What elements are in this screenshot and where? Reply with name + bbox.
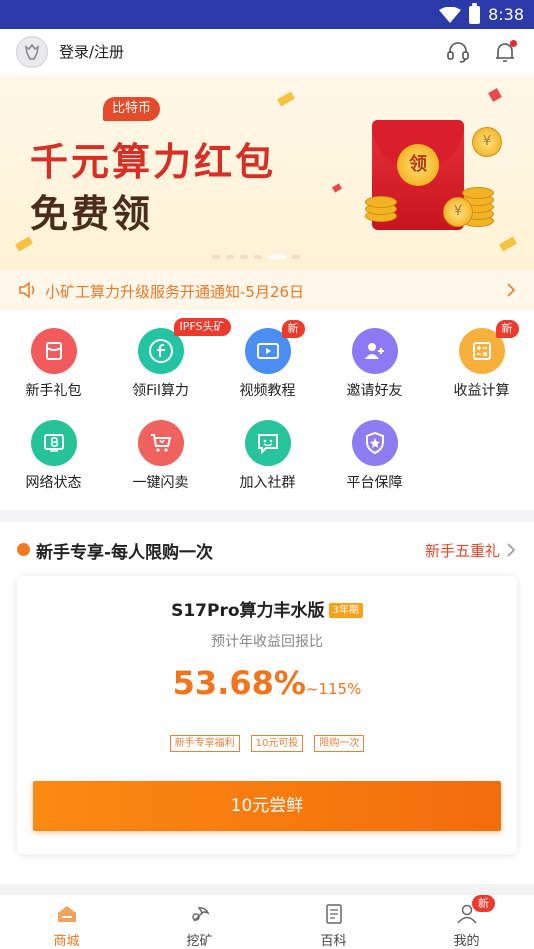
try-button[interactable]: 10元尝鲜 — [33, 781, 501, 831]
product-card[interactable]: S17Pro算力丰水版 3年期 预计年收益回报比 53.68%~115% 新手专享… — [17, 576, 517, 854]
pickaxe-icon — [191, 907, 210, 922]
grid-item-label: 视频教程 — [239, 383, 296, 399]
nav-tab-mall[interactable]: 商城 — [0, 895, 133, 949]
coin-icon: ¥ — [472, 127, 502, 157]
top-header: 登录/注册 — [0, 29, 534, 75]
confetti-decoration — [499, 236, 517, 252]
new-badge: 新 — [281, 320, 305, 338]
product-tag: 新手专享福利 — [169, 735, 240, 752]
add-user-icon — [351, 328, 398, 374]
nav-label: 挖矿 — [186, 934, 213, 949]
home-icon — [57, 906, 76, 922]
product-name-row: S17Pro算力丰水版 3年期 — [17, 596, 517, 621]
grid-item-network-status[interactable]: 网络状态 — [0, 410, 107, 498]
rate-row: 53.68%~115% — [17, 664, 517, 702]
nav-label: 我的 — [453, 934, 480, 949]
nav-label: 商城 — [53, 934, 80, 949]
grid-item-label: 网络状态 — [25, 475, 82, 491]
grid-item-label: 平台保障 — [346, 475, 403, 491]
grid-item-label: 收益计算 — [453, 383, 510, 399]
new-badge: 新 — [472, 895, 495, 912]
grid-item-newbie-gift[interactable]: 新手礼包 — [0, 318, 107, 406]
avatar-icon[interactable] — [16, 36, 48, 68]
bottom-navigation: 商城 挖矿 百科 新 我的 — [0, 894, 534, 949]
speaker-icon — [19, 281, 35, 299]
confetti-decoration — [277, 91, 295, 107]
bell-icon[interactable] — [492, 39, 518, 65]
chat-icon — [244, 420, 291, 466]
headset-icon[interactable] — [445, 39, 471, 65]
shield-icon — [351, 420, 398, 466]
rate-label: 预计年收益回报比 — [211, 634, 323, 650]
annual-rate: 53.68% — [172, 664, 306, 702]
battery-icon — [469, 2, 481, 24]
grid-item-quick-sell[interactable]: 一键闪卖 — [107, 410, 214, 498]
app-screen: 8:38 登录/注册 比特币 千元算力红包 免费领 领 ¥ ¥ 小矿工算力升级服… — [0, 0, 534, 949]
promo-banner[interactable]: 比特币 千元算力红包 免费领 领 ¥ ¥ — [0, 75, 534, 270]
annual-rate-max: ~115% — [305, 680, 362, 698]
product-tags: 新手专享福利 10元可投 限购一次 — [17, 735, 517, 752]
period-tag: 3年期 — [328, 603, 363, 618]
login-register-link[interactable]: 登录/注册 — [59, 41, 124, 62]
confetti-decoration — [15, 236, 33, 252]
notice-bar[interactable]: 小矿工算力升级服务开通通知-5月26日 — [0, 270, 534, 310]
grid-item-label: 加入社群 — [239, 475, 296, 491]
status-time: 8:38 — [488, 5, 524, 24]
confetti-decoration — [332, 183, 342, 193]
product-tag: 10元可投 — [250, 735, 304, 752]
grid-item-fil-power[interactable]: IPFS头矿 领Fil算力 — [107, 318, 231, 406]
calculator-icon: 新 — [458, 320, 519, 374]
banner-title: 千元算力红包 — [30, 139, 277, 184]
video-icon: 新 — [244, 320, 305, 374]
section-divider — [0, 510, 534, 522]
carousel-indicator — [212, 255, 300, 259]
grid-item-profit-calculator[interactable]: 新 收益计算 — [428, 318, 534, 406]
section-title: 新手专享-每人限购一次 — [36, 543, 214, 563]
gift-icon — [30, 328, 77, 374]
newbie-section-header: 新手专享-每人限购一次 新手五重礼 — [0, 522, 534, 576]
grid-item-label: 邀请好友 — [346, 383, 403, 399]
nav-tab-wiki[interactable]: 百科 — [267, 895, 400, 949]
grid-item-label: 新手礼包 — [25, 383, 82, 399]
confetti-decoration — [488, 88, 502, 102]
nav-tab-mine[interactable]: 新 我的 — [400, 895, 533, 949]
chevron-right-icon[interactable] — [506, 542, 516, 558]
section-divider — [0, 884, 534, 894]
nav-tab-mining[interactable]: 挖矿 — [133, 895, 266, 949]
notification-dot — [510, 40, 517, 47]
trend-icon — [17, 543, 30, 556]
status-bar: 8:38 — [0, 0, 534, 29]
feature-grid: 新手礼包 IPFS头矿 领Fil算力 新 视频教程 邀请好友 新 收益计算 网络… — [0, 318, 534, 506]
grid-item-join-community[interactable]: 加入社群 — [214, 410, 321, 498]
banner-subtitle: 免费领 — [30, 191, 154, 236]
product-tag: 限购一次 — [314, 735, 365, 752]
coin-icon: ¥ — [443, 197, 473, 227]
grid-item-label: 领Fil算力 — [132, 383, 189, 399]
bitcoin-icon — [30, 420, 77, 466]
newbie-gifts-link[interactable]: 新手五重礼 — [425, 540, 500, 561]
envelope-seal: 领 — [397, 144, 439, 186]
grid-item-invite-friends[interactable]: 邀请好友 — [321, 318, 428, 406]
wifi-icon — [439, 6, 462, 23]
nav-label: 百科 — [320, 934, 347, 949]
cart-icon — [137, 420, 184, 466]
new-badge: 新 — [495, 320, 519, 338]
grid-item-label: 一键闪卖 — [132, 475, 189, 491]
grid-item-platform-guarantee[interactable]: 平台保障 — [321, 410, 428, 498]
filecoin-icon: IPFS头矿 — [137, 318, 231, 374]
notice-text: 小矿工算力升级服务开通通知-5月26日 — [45, 283, 305, 301]
bitcoin-tag: 比特币 — [103, 97, 161, 121]
chevron-right-icon — [507, 283, 516, 297]
document-icon — [325, 904, 342, 924]
product-name: S17Pro算力丰水版 — [171, 601, 325, 621]
grid-item-video-tutorial[interactable]: 新 视频教程 — [214, 318, 321, 406]
